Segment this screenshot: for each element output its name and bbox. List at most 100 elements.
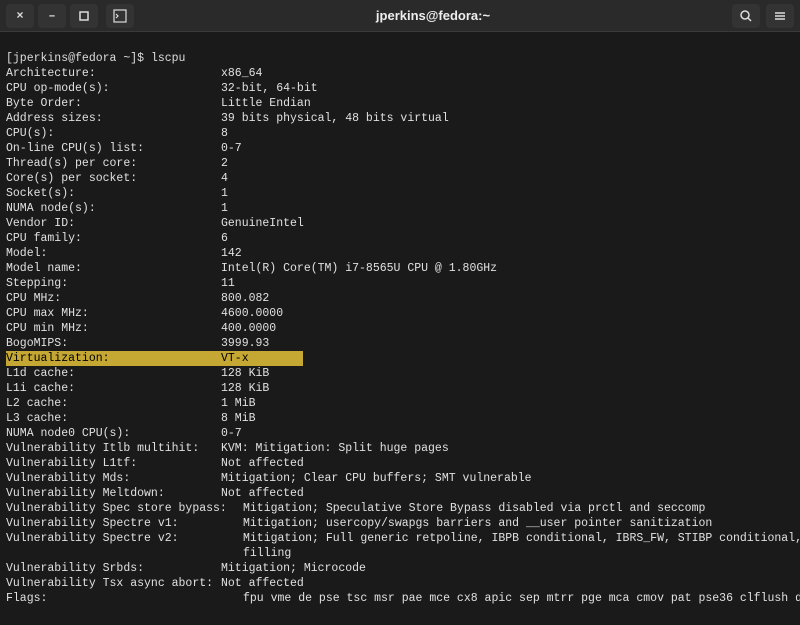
output-value: 6 xyxy=(221,232,228,245)
output-row: Flags:fpu vme de pse tsc msr pae mce cx8… xyxy=(6,591,794,606)
output-key: L2 cache: xyxy=(6,396,221,411)
output-row: Architecture:x86_64 xyxy=(6,66,794,81)
output-row: Vulnerability Itlb multihit:KVM: Mitigat… xyxy=(6,441,794,456)
output-row: L2 cache:1 MiB xyxy=(6,396,794,411)
output-key: Architecture: xyxy=(6,66,221,81)
output-value: Mitigation; Clear CPU buffers; SMT vulne… xyxy=(221,472,532,485)
output-value: 1 xyxy=(221,202,228,215)
output-key: Vulnerability L1tf: xyxy=(6,456,221,471)
output-key: Core(s) per socket: xyxy=(6,171,221,186)
output-value: GenuineIntel xyxy=(221,217,304,230)
highlighted-row: Virtualization:VT-x xyxy=(6,351,303,366)
hamburger-icon xyxy=(773,9,787,23)
output-row: Address sizes:39 bits physical, 48 bits … xyxy=(6,111,794,126)
output-row: Socket(s):1 xyxy=(6,186,794,201)
output-value: 142 xyxy=(221,247,242,260)
search-button[interactable] xyxy=(732,4,760,28)
output-value: x86_64 xyxy=(221,67,262,80)
maximize-button[interactable] xyxy=(70,4,98,28)
output-key: Model: xyxy=(6,246,221,261)
output-value: Mitigation; Full generic retpoline, IBPB… xyxy=(243,532,800,545)
output-row: Model name:Intel(R) Core(TM) i7-8565U CP… xyxy=(6,261,794,276)
output-row: Vulnerability Spec store bypass:Mitigati… xyxy=(6,501,794,516)
output-value: 1 xyxy=(221,187,228,200)
output-value: 11 xyxy=(221,277,235,290)
output-row: Vulnerability L1tf:Not affected xyxy=(6,456,794,471)
output-row: Vulnerability Spectre v2:Mitigation; Ful… xyxy=(6,531,794,546)
output-row: CPU MHz:800.082 xyxy=(6,291,794,306)
output-value: 8 xyxy=(221,127,228,140)
output-row: Vendor ID:GenuineIntel xyxy=(6,216,794,231)
output-key: Vulnerability Spec store bypass: xyxy=(6,501,243,516)
output-key: BogoMIPS: xyxy=(6,336,221,351)
output-key: Vulnerability Mds: xyxy=(6,471,221,486)
terminal-body[interactable]: [jperkins@fedora ~]$ lscpu Architecture:… xyxy=(0,32,800,625)
prompt-line: [jperkins@fedora ~]$ lscpu xyxy=(6,52,185,65)
output-value: 32-bit, 64-bit xyxy=(221,82,318,95)
output-value: fpu vme de pse tsc msr pae mce cx8 apic … xyxy=(243,592,800,605)
output-value: VT-x xyxy=(221,352,249,365)
output-value: Not affected xyxy=(221,457,304,470)
output-key: Thread(s) per core: xyxy=(6,156,221,171)
output-key: Vulnerability Srbds: xyxy=(6,561,221,576)
output-value: Mitigation; Microcode xyxy=(221,562,366,575)
output-key: Byte Order: xyxy=(6,96,221,111)
output-value: Not affected xyxy=(221,577,304,590)
output-key: Vulnerability Spectre v2: xyxy=(6,531,243,546)
output-row: Thread(s) per core:2 xyxy=(6,156,794,171)
output-key: CPU min MHz: xyxy=(6,321,221,336)
output-row: CPU min MHz:400.0000 xyxy=(6,321,794,336)
output-value: 128 KiB xyxy=(221,367,269,380)
search-icon xyxy=(739,9,753,23)
output-row: Vulnerability Srbds:Mitigation; Microcod… xyxy=(6,561,794,576)
output-row: BogoMIPS:3999.93 xyxy=(6,336,794,351)
maximize-icon xyxy=(79,11,89,21)
titlebar: × – jperkins@fedora:~ xyxy=(0,0,800,32)
output-value: 1 MiB xyxy=(221,397,256,410)
output-row: Vulnerability Meltdown:Not affected xyxy=(6,486,794,501)
window-controls: × – xyxy=(6,4,98,28)
output-key: CPU op-mode(s): xyxy=(6,81,221,96)
output-value: Mitigation; Speculative Store Bypass dis… xyxy=(243,502,705,515)
output-key: CPU max MHz: xyxy=(6,306,221,321)
new-tab-button[interactable] xyxy=(106,4,134,28)
output-row: Vulnerability Spectre v1:Mitigation; use… xyxy=(6,516,794,531)
output-row: L1i cache:128 KiB xyxy=(6,381,794,396)
output-row: Vulnerability Mds:Mitigation; Clear CPU … xyxy=(6,471,794,486)
minimize-button[interactable]: – xyxy=(38,4,66,28)
output-value: KVM: Mitigation: Split huge pages xyxy=(221,442,449,455)
output-value: 128 KiB xyxy=(221,382,269,395)
output-value: Not affected xyxy=(221,487,304,500)
output-key: Vulnerability Spectre v1: xyxy=(6,516,243,531)
output-row: CPU family:6 xyxy=(6,231,794,246)
output-key: CPU(s): xyxy=(6,126,221,141)
output-row: L1d cache:128 KiB xyxy=(6,366,794,381)
output-key: Vendor ID: xyxy=(6,216,221,231)
output-value: 4 xyxy=(221,172,228,185)
output-row: CPU op-mode(s):32-bit, 64-bit xyxy=(6,81,794,96)
output-key: L1d cache: xyxy=(6,366,221,381)
output-key: Flags: xyxy=(6,591,243,606)
output-row: Byte Order:Little Endian xyxy=(6,96,794,111)
command-output: Architecture:x86_64CPU op-mode(s):32-bit… xyxy=(6,66,794,606)
output-key: Model name: xyxy=(6,261,221,276)
menu-button[interactable] xyxy=(766,4,794,28)
output-row: On-line CPU(s) list:0-7 xyxy=(6,141,794,156)
output-row: L3 cache:8 MiB xyxy=(6,411,794,426)
output-key: Socket(s): xyxy=(6,186,221,201)
close-button[interactable]: × xyxy=(6,4,34,28)
terminal-icon xyxy=(113,9,127,23)
output-row: NUMA node0 CPU(s):0-7 xyxy=(6,426,794,441)
output-value: 8 MiB xyxy=(221,412,256,425)
output-key: Virtualization: xyxy=(6,351,221,366)
output-row: Core(s) per socket:4 xyxy=(6,171,794,186)
output-key: L1i cache: xyxy=(6,381,221,396)
prompt: [jperkins@fedora ~]$ xyxy=(6,52,151,65)
output-value: 2 xyxy=(221,157,228,170)
output-key: NUMA node(s): xyxy=(6,201,221,216)
output-value: 4600.0000 xyxy=(221,307,283,320)
output-row: Virtualization:VT-x xyxy=(6,351,794,366)
output-value: 39 bits physical, 48 bits virtual xyxy=(221,112,449,125)
output-row: Stepping:11 xyxy=(6,276,794,291)
output-value: 3999.93 xyxy=(221,337,269,350)
